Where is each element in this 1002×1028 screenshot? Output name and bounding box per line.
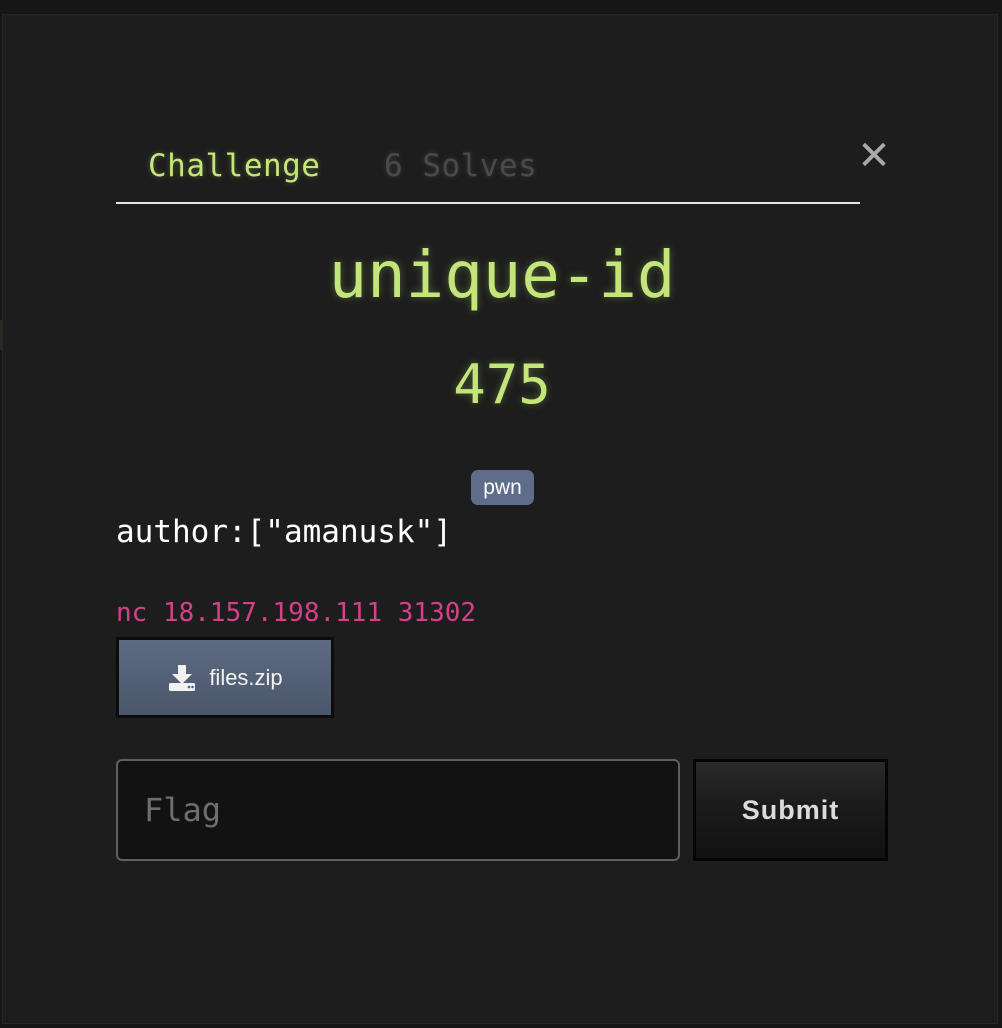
- file-name: files.zip: [209, 664, 283, 690]
- close-icon[interactable]: ✕: [856, 136, 892, 176]
- challenge-title: unique-id: [328, 239, 676, 313]
- tab-bar: Challenge 6 Solves: [116, 130, 860, 204]
- download-file-button[interactable]: files.zip: [116, 637, 334, 718]
- tab-solves[interactable]: 6 Solves: [384, 146, 537, 186]
- challenge-author: author:["amanusk"]: [116, 514, 452, 550]
- category-badge: pwn: [471, 470, 534, 505]
- challenge-points: 475: [453, 353, 551, 416]
- submit-button[interactable]: Submit: [693, 759, 888, 861]
- connection-info: nc 18.157.198.111 31302: [116, 598, 477, 628]
- tab-challenge[interactable]: Challenge: [148, 146, 320, 186]
- download-icon: [167, 663, 197, 693]
- flag-input[interactable]: [116, 759, 680, 861]
